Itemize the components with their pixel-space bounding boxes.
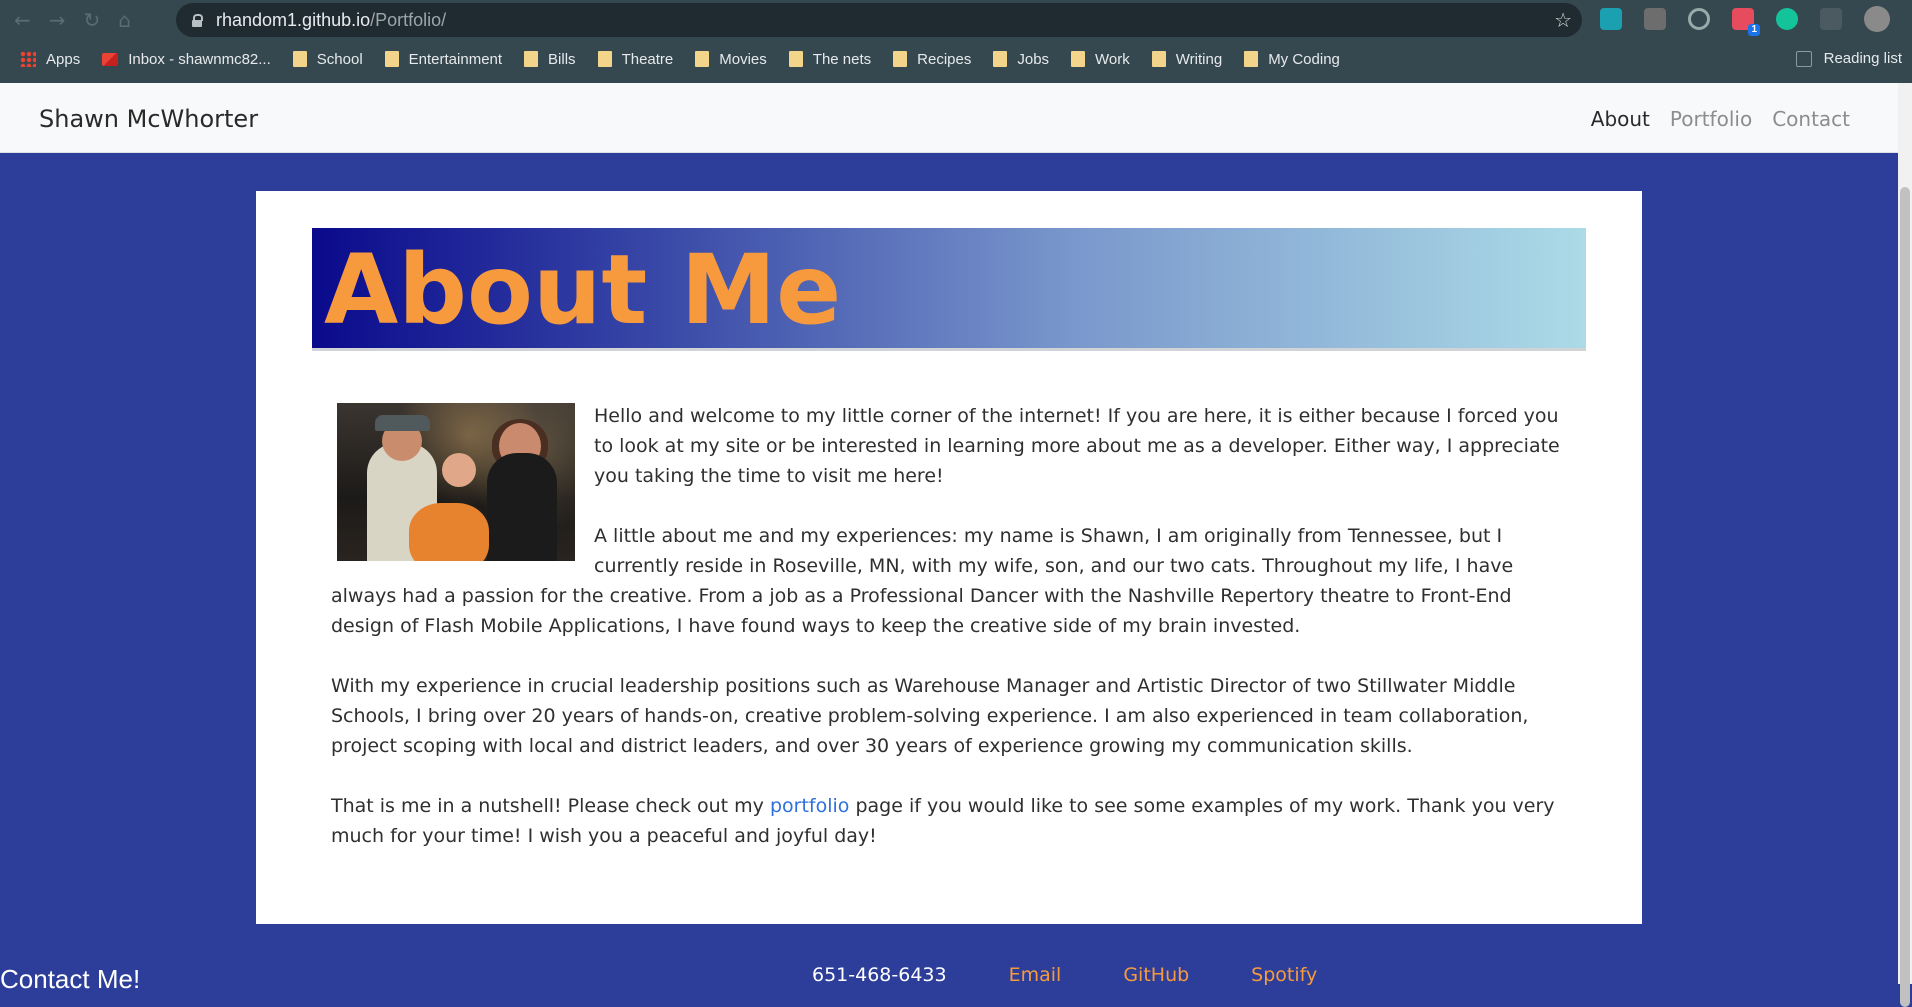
bookmark-work[interactable]: Work: [1071, 51, 1130, 68]
scrollbar-thumb[interactable]: [1900, 187, 1910, 1007]
bookmark-recipes[interactable]: Recipes: [893, 51, 971, 68]
about-paragraph-4: That is me in a nutshell! Please check o…: [331, 795, 1555, 847]
grammarly-icon[interactable]: [1776, 8, 1798, 30]
bookmark-my-coding[interactable]: My Coding: [1244, 51, 1340, 68]
footer-links: 651-468-6433 Email GitHub Spotify: [812, 964, 1317, 986]
apps-grid-icon: [20, 51, 36, 67]
folder-icon: [1071, 51, 1086, 67]
folder-icon: [893, 51, 908, 67]
extensions-area: 1: [1600, 6, 1912, 36]
back-icon[interactable]: ←: [14, 8, 31, 32]
bookmark-movies[interactable]: Movies: [695, 51, 767, 68]
folder-icon: [384, 51, 399, 67]
home-icon[interactable]: ⌂: [118, 8, 131, 32]
bookmark-school[interactable]: School: [292, 51, 363, 68]
bookmark-bills[interactable]: Bills: [524, 51, 576, 68]
nav-link-about[interactable]: About: [1591, 107, 1650, 131]
about-text: Hello and welcome to my little corner of…: [331, 401, 1563, 881]
reload-icon[interactable]: ↻: [84, 8, 101, 32]
footer-title: Contact Me!: [0, 964, 141, 994]
bookmark-the-nets[interactable]: The nets: [788, 51, 871, 68]
extension-code-icon[interactable]: [1600, 8, 1622, 30]
about-banner: About Me: [312, 228, 1586, 351]
forward-icon[interactable]: →: [49, 8, 66, 32]
extension-badge-count: 1: [1748, 24, 1760, 36]
folder-icon: [788, 51, 803, 67]
folder-icon: [1244, 51, 1259, 67]
bookmarks-bar: Apps Inbox - shawnmc82... School Enterta…: [0, 44, 1912, 74]
nav-link-contact[interactable]: Contact: [1772, 107, 1850, 131]
nav-buttons: ← → ↻ ⌂: [14, 8, 131, 32]
lock-icon[interactable]: [192, 14, 203, 27]
about-card: About Me Hello and welcome to my little …: [256, 191, 1642, 924]
site-navbar: Shawn McWhorter About Portfolio Contact: [0, 83, 1898, 153]
footer-github-link[interactable]: GitHub: [1123, 964, 1189, 986]
bookmark-apps[interactable]: Apps: [20, 51, 80, 68]
folder-icon: [993, 51, 1008, 67]
bookmark-inbox[interactable]: Inbox - shawnmc82...: [102, 51, 271, 68]
browser-chrome: ← → ↻ ⌂ rhandom1.github.io/Portfolio/ ☆ …: [0, 0, 1912, 83]
footer-phone: 651-468-6433: [812, 964, 947, 986]
avatar[interactable]: [1864, 6, 1890, 32]
footer-email-link[interactable]: Email: [1009, 964, 1062, 986]
puzzle-icon[interactable]: [1820, 8, 1842, 30]
extension-help-icon[interactable]: [1644, 8, 1666, 30]
reading-list[interactable]: Reading list: [1795, 50, 1902, 67]
family-photo: [337, 403, 575, 561]
nav-link-portfolio[interactable]: Portfolio: [1670, 107, 1752, 131]
page-title: About Me: [324, 234, 842, 346]
bookmark-entertainment[interactable]: Entertainment: [384, 51, 502, 68]
brand[interactable]: Shawn McWhorter: [39, 105, 258, 133]
url-text[interactable]: rhandom1.github.io/Portfolio/: [216, 10, 446, 31]
bookmark-jobs[interactable]: Jobs: [993, 51, 1049, 68]
gmail-icon: [102, 52, 119, 66]
folder-icon: [695, 51, 710, 67]
folder-icon: [1151, 51, 1166, 67]
folder-icon: [524, 51, 539, 67]
footer-spotify-link[interactable]: Spotify: [1251, 964, 1317, 986]
folder-icon: [597, 51, 612, 67]
bookmark-theatre[interactable]: Theatre: [597, 51, 673, 68]
extension-badge-icon[interactable]: 1: [1732, 8, 1760, 36]
extension-circle-icon[interactable]: [1688, 8, 1710, 30]
folder-icon: [292, 51, 307, 67]
nav-links: About Portfolio Contact: [1591, 107, 1850, 131]
about-paragraph-3: With my experience in crucial leadership…: [331, 675, 1529, 757]
portfolio-link[interactable]: portfolio: [770, 795, 849, 817]
reading-list-icon: [1795, 50, 1812, 67]
page-scrollbar[interactable]: [1898, 83, 1912, 1007]
bookmark-writing[interactable]: Writing: [1151, 51, 1222, 68]
bookmark-star-icon[interactable]: ☆: [1554, 8, 1572, 32]
address-bar[interactable]: rhandom1.github.io/Portfolio/ ☆: [176, 3, 1582, 37]
toolbar: ← → ↻ ⌂ rhandom1.github.io/Portfolio/ ☆ …: [0, 0, 1912, 40]
